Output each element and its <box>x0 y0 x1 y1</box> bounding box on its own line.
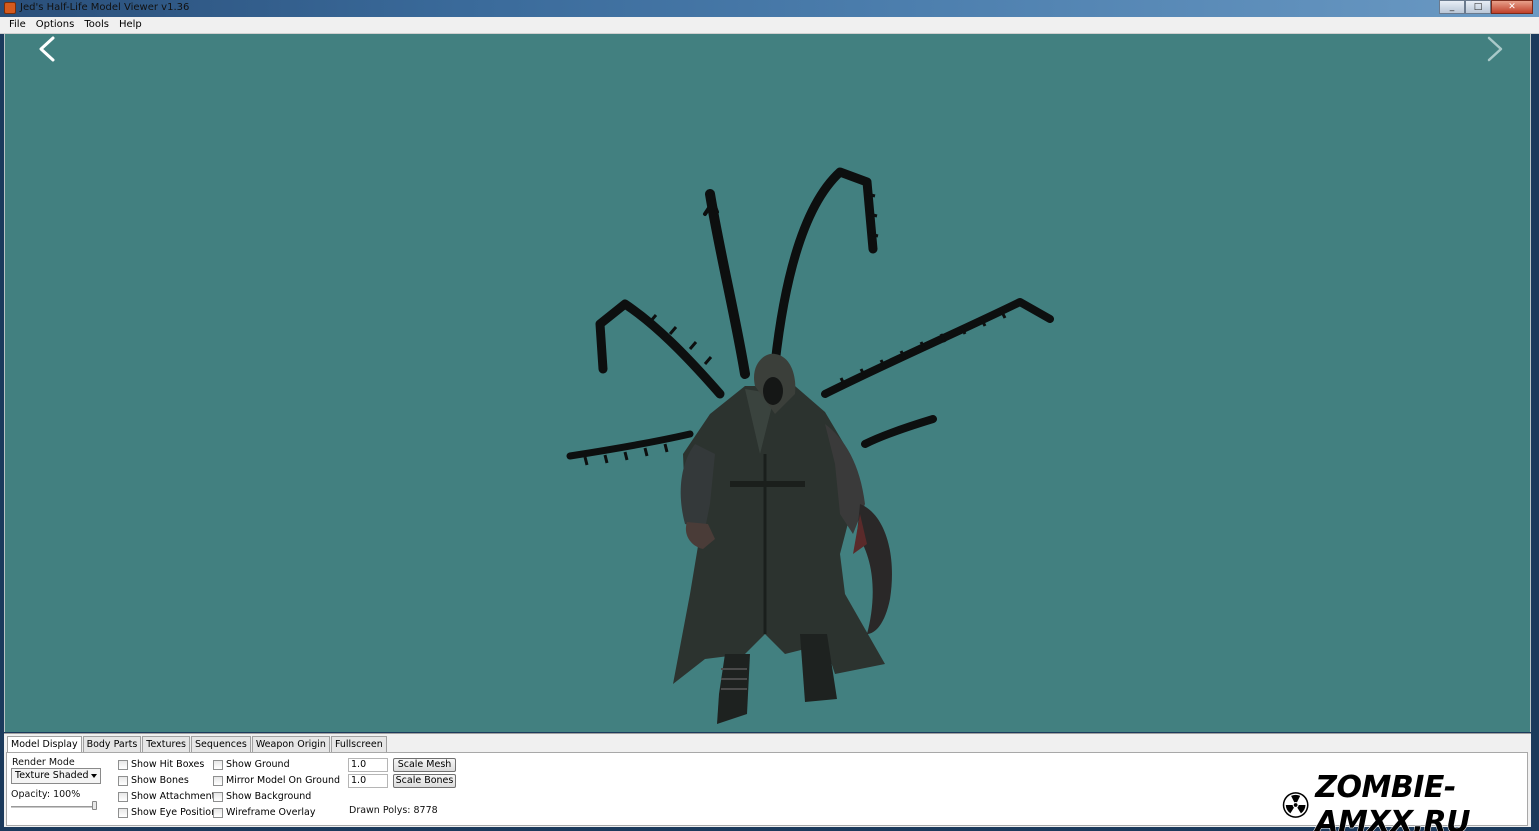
show-bones-label: Show Bones <box>131 775 189 786</box>
tab-model-display[interactable]: Model Display <box>7 736 82 753</box>
title-bar: Jed's Half-Life Model Viewer v1.36 _ □ ✕ <box>0 0 1539 17</box>
model-viewport[interactable] <box>4 34 1531 732</box>
show-background-label: Show Background <box>226 791 312 802</box>
scale-mesh-button[interactable]: Scale Mesh <box>393 758 456 772</box>
opacity-label: Opacity: 100% <box>11 789 81 800</box>
show-ground-checkbox[interactable]: Show Ground <box>213 759 290 770</box>
checkbox-box <box>213 807 223 818</box>
mirror-model-checkbox[interactable]: Mirror Model On Ground <box>213 775 340 786</box>
scale-mesh-input[interactable]: 1.0 <box>348 758 388 772</box>
show-attachments-label: Show Attachments <box>131 791 221 802</box>
wireframe-overlay-label: Wireframe Overlay <box>226 807 316 818</box>
opacity-slider-track[interactable] <box>11 806 97 808</box>
tab-sequences[interactable]: Sequences <box>191 736 251 752</box>
render-mode-select[interactable]: Texture Shaded <box>11 768 101 784</box>
chevron-left-icon[interactable] <box>33 34 63 64</box>
wireframe-overlay-checkbox[interactable]: Wireframe Overlay <box>213 807 316 818</box>
scale-bones-input[interactable]: 1.0 <box>348 774 388 788</box>
show-background-checkbox[interactable]: Show Background <box>213 791 311 802</box>
menu-help[interactable]: Help <box>114 17 147 33</box>
checkbox-box <box>213 759 223 770</box>
render-mode-value: Texture Shaded <box>15 770 89 781</box>
maximize-button[interactable]: □ <box>1465 0 1491 14</box>
close-button[interactable]: ✕ <box>1491 0 1533 14</box>
tab-weapon-origin[interactable]: Weapon Origin <box>251 736 330 752</box>
show-ground-label: Show Ground <box>226 759 290 770</box>
show-eye-position-label: Show Eye Position <box>131 807 218 818</box>
checkbox-box <box>118 791 128 802</box>
radiation-icon <box>1282 792 1309 818</box>
menu-bar: File Options Tools Help <box>0 17 1539 34</box>
window-controls: _ □ ✕ <box>1439 0 1533 15</box>
scale-bones-button[interactable]: Scale Bones <box>393 774 456 788</box>
checkbox-box <box>213 775 223 786</box>
creature-model <box>566 167 1054 724</box>
menu-options[interactable]: Options <box>31 17 80 33</box>
minimize-button[interactable]: _ <box>1439 0 1465 14</box>
mirror-model-label: Mirror Model On Ground <box>226 775 341 786</box>
show-hit-boxes-label: Show Hit Boxes <box>131 759 205 770</box>
window-title: Jed's Half-Life Model Viewer v1.36 <box>20 2 190 13</box>
drawn-polys-label: Drawn Polys: 8778 <box>349 805 438 816</box>
menu-tools[interactable]: Tools <box>79 17 114 33</box>
tab-strip: Model Display Body Parts Textures Sequen… <box>7 736 388 753</box>
watermark: ZOMBIE-AMXX.RU <box>1282 770 1539 831</box>
show-bones-checkbox[interactable]: Show Bones <box>118 775 189 786</box>
checkbox-box <box>118 807 128 818</box>
render-mode-label: Render Mode <box>12 757 75 768</box>
menu-file[interactable]: File <box>4 17 31 33</box>
show-attachments-checkbox[interactable]: Show Attachments <box>118 791 220 802</box>
chevron-right-icon[interactable] <box>1479 34 1509 64</box>
tab-fullscreen[interactable]: Fullscreen <box>330 736 387 752</box>
chevron-down-icon <box>91 774 97 778</box>
app-icon <box>4 2 16 14</box>
tab-body-parts[interactable]: Body Parts <box>82 736 142 752</box>
checkbox-box <box>118 759 128 770</box>
checkbox-box <box>118 775 128 786</box>
watermark-text: ZOMBIE-AMXX.RU <box>1315 770 1471 831</box>
show-hit-boxes-checkbox[interactable]: Show Hit Boxes <box>118 759 204 770</box>
tab-textures[interactable]: Textures <box>142 736 191 752</box>
checkbox-box <box>213 791 223 802</box>
opacity-slider-thumb[interactable] <box>92 801 97 810</box>
show-eye-position-checkbox[interactable]: Show Eye Position <box>118 807 217 818</box>
